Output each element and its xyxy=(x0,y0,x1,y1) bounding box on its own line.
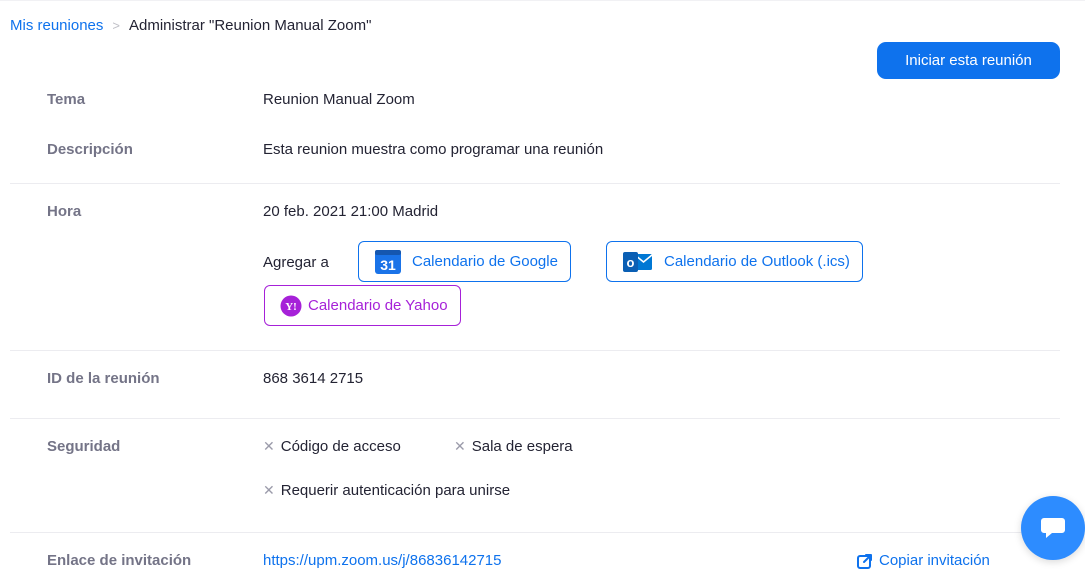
topic-label: Tema xyxy=(47,91,86,108)
section-divider xyxy=(10,418,1060,419)
section-divider xyxy=(10,532,1060,533)
invite-url-link[interactable]: https://upm.zoom.us/j/86836142715 xyxy=(263,552,502,569)
yahoo-icon: Y! xyxy=(280,295,302,317)
google-calendar-icon: 31 xyxy=(374,249,402,275)
start-meeting-button[interactable]: Iniciar esta reunión xyxy=(877,42,1060,79)
svg-text:Y!: Y! xyxy=(285,301,297,313)
yahoo-calendar-label: Calendario de Yahoo xyxy=(308,297,448,314)
outlook-calendar-button[interactable]: o Calendario de Outlook (.ics) xyxy=(606,241,863,282)
topic-value: Reunion Manual Zoom xyxy=(263,91,415,108)
time-value: 20 feb. 2021 21:00 Madrid xyxy=(263,203,439,220)
share-icon xyxy=(857,553,872,569)
security-option-passcode: ✕ Código de acceso xyxy=(263,438,401,455)
chat-bubble-icon xyxy=(1041,518,1065,538)
description-value: Esta reunion muestra como programar una … xyxy=(263,141,604,158)
disabled-x-icon: ✕ xyxy=(263,438,275,454)
add-to-calendar-label: Agregar a xyxy=(263,254,329,271)
section-divider xyxy=(10,350,1060,351)
google-calendar-button[interactable]: 31 Calendario de Google xyxy=(358,241,571,282)
time-label: Hora xyxy=(47,203,82,220)
svg-text:o: o xyxy=(627,255,635,270)
copy-invitation-button[interactable]: Copiar invitación xyxy=(857,552,990,569)
meeting-id-value: 868 3614 2715 xyxy=(263,370,364,387)
meeting-id-label: ID de la reunión xyxy=(47,370,160,387)
security-label: Seguridad xyxy=(47,438,121,455)
description-label: Descripción xyxy=(47,141,133,158)
invite-link-label: Enlace de invitación xyxy=(47,552,192,569)
security-option-waiting-room: ✕ Sala de espera xyxy=(454,438,573,455)
breadcrumb-current: Administrar "Reunion Manual Zoom" xyxy=(128,17,372,34)
copy-invitation-label: Copiar invitación xyxy=(879,552,990,569)
disabled-x-icon: ✕ xyxy=(454,438,466,454)
breadcrumb-separator: > xyxy=(112,18,120,33)
section-divider xyxy=(10,183,1060,184)
outlook-icon: o xyxy=(622,251,654,273)
google-calendar-label: Calendario de Google xyxy=(412,253,558,270)
top-border xyxy=(0,0,1085,1)
outlook-calendar-label: Calendario de Outlook (.ics) xyxy=(664,253,850,270)
security-option-authentication: ✕ Requerir autenticación para unirse xyxy=(263,482,511,499)
chat-button[interactable] xyxy=(1021,496,1085,560)
disabled-x-icon: ✕ xyxy=(263,482,275,498)
breadcrumb: Mis reuniones > Administrar "Reunion Manua… xyxy=(10,16,371,36)
yahoo-calendar-button[interactable]: Y! Calendario de Yahoo xyxy=(264,285,461,326)
svg-text:31: 31 xyxy=(380,257,396,273)
breadcrumb-my-meetings-link[interactable]: Mis reuniones xyxy=(10,17,103,34)
